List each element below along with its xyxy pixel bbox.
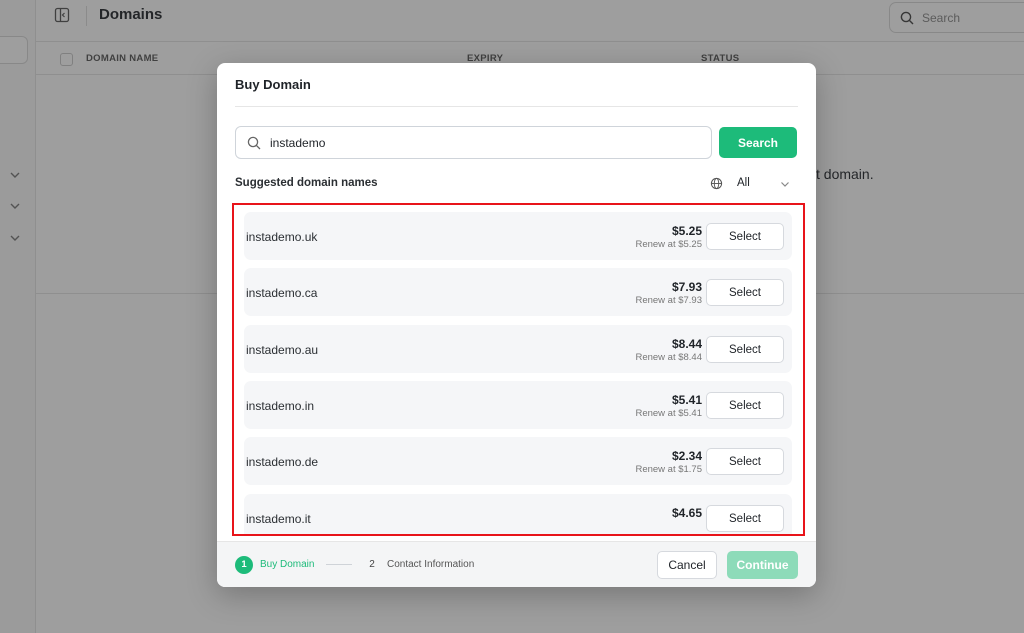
step-connector: [326, 564, 352, 565]
buy-domain-modal: Buy Domain Search Suggested domain names…: [217, 63, 816, 587]
domain-row: instademo.de $2.34 Renew at $1.75 Select: [244, 437, 792, 485]
search-button[interactable]: Search: [719, 127, 797, 158]
domain-row: instademo.ca $7.93 Renew at $7.93 Select: [244, 268, 792, 316]
suggested-domains-label: Suggested domain names: [235, 177, 378, 189]
select-domain-button[interactable]: Select: [706, 505, 784, 532]
modal-footer: 1 Buy Domain 2 Contact Information Cance…: [217, 541, 816, 587]
domain-search-input[interactable]: [270, 127, 700, 158]
domain-renew-price: Renew at $1.75: [635, 464, 702, 475]
domain-row: instademo.it $4.65 Select: [244, 494, 792, 534]
domain-price: $7.93: [671, 280, 702, 294]
search-icon: [247, 136, 261, 150]
domain-renew-price: Renew at $5.25: [635, 239, 702, 250]
domain-renew-price: Renew at $7.93: [635, 295, 702, 306]
select-domain-button[interactable]: Select: [706, 336, 784, 363]
globe-icon: [710, 177, 723, 190]
select-domain-button[interactable]: Select: [706, 223, 784, 250]
domain-renew-price: Renew at $8.44: [635, 352, 702, 363]
domain-row: instademo.uk $5.25 Renew at $5.25 Select: [244, 212, 792, 260]
chevron-down-icon: [781, 182, 789, 187]
domain-row: instademo.au $8.44 Renew at $8.44 Select: [244, 325, 792, 373]
domain-name: instademo.in: [246, 399, 315, 413]
select-domain-button[interactable]: Select: [706, 448, 784, 475]
domain-suggestion-list[interactable]: instademo.uk $5.25 Renew at $5.25 Select…: [232, 203, 805, 536]
divider: [235, 106, 798, 107]
step-number: 2: [369, 559, 375, 570]
domain-row: instademo.in $5.41 Renew at $5.41 Select: [244, 381, 792, 429]
step-label: Buy Domain: [260, 559, 315, 570]
step-label: Contact Information: [387, 559, 475, 570]
domain-name: instademo.au: [246, 343, 319, 357]
domain-name: instademo.ca: [246, 286, 318, 300]
step-contact-information: 2 Contact Information: [363, 556, 503, 574]
cancel-button[interactable]: Cancel: [657, 551, 717, 579]
step-number: 1: [235, 556, 253, 574]
tld-filter-dropdown[interactable]: All: [710, 175, 798, 193]
domain-price: $5.25: [671, 224, 702, 238]
select-domain-button[interactable]: Select: [706, 392, 784, 419]
domain-name: instademo.uk: [246, 230, 318, 244]
domain-name: instademo.it: [246, 512, 311, 526]
domain-price: $4.65: [671, 506, 702, 520]
select-domain-button[interactable]: Select: [706, 279, 784, 306]
domain-search-field[interactable]: [235, 126, 712, 159]
domain-renew-price: Renew at $5.41: [635, 408, 702, 419]
domain-name: instademo.de: [246, 455, 319, 469]
step-buy-domain: 1 Buy Domain: [235, 556, 325, 574]
domain-price: $2.34: [671, 449, 702, 463]
domain-price: $8.44: [671, 337, 702, 351]
continue-button[interactable]: Continue: [727, 551, 798, 579]
filter-value: All: [737, 177, 750, 189]
domain-price: $5.41: [671, 393, 702, 407]
modal-title: Buy Domain: [235, 77, 311, 92]
